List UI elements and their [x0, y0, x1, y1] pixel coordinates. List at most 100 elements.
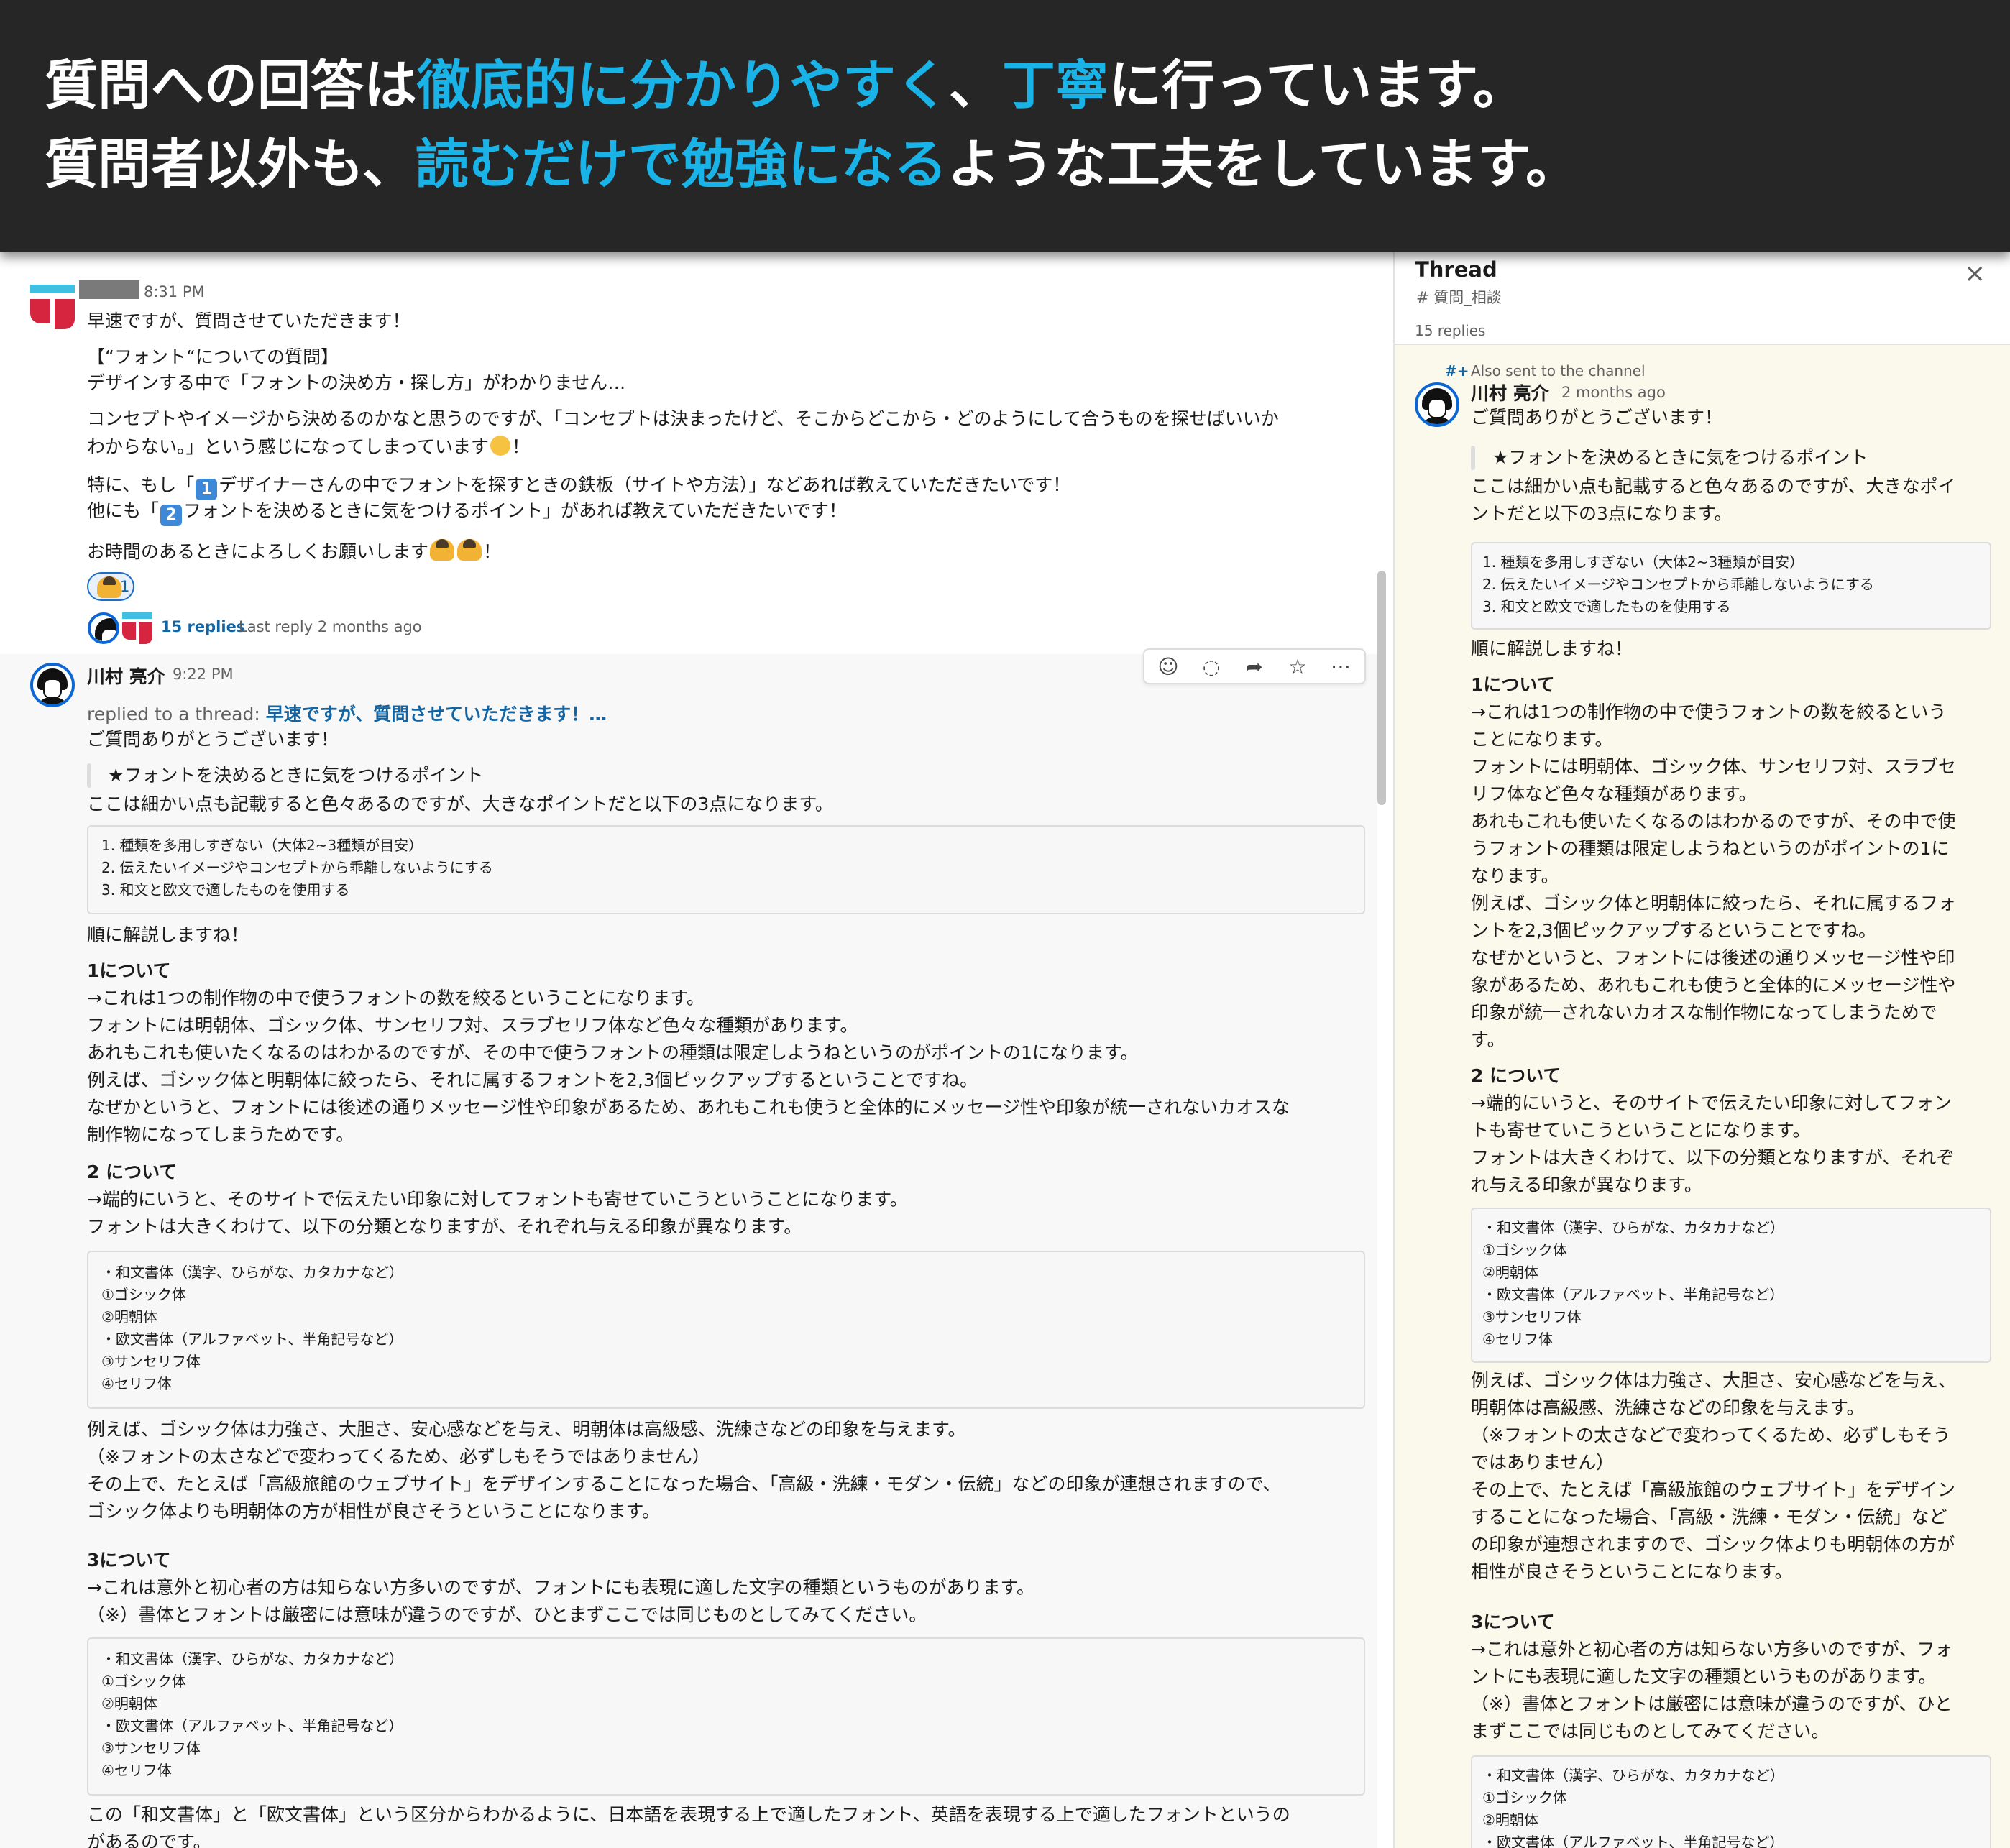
code-line: ②明朝体 — [101, 1695, 157, 1712]
question-message[interactable]: 8:31 PM 早速ですが、質問させていただきます！ 【“フォント“についての質… — [0, 252, 1377, 654]
message-text: なぜかというと、フォントには後述の通りメッセージ性や印象があるため、あれもこれも… — [87, 1097, 1290, 1118]
also-sent-icon: #+ — [1445, 362, 1469, 380]
reply-message[interactable]: ☺ ◌ ➦ ☆ ⋯ 川村 亮介 9:22 PM replied to a thr… — [0, 648, 1377, 1848]
banner-headline-1: 質問への回答は徹底的に分かりやすく、丁寧に行っています。 — [45, 59, 1526, 112]
message-text: あれもこれも使いたくなるのはわかるのですが、その中で使 — [1471, 811, 1956, 832]
message-text: →これは1つの制作物の中で使うフォントの数を絞るということになります。 — [87, 988, 705, 1008]
code-line: ③サンセリフ体 — [101, 1739, 201, 1757]
reaction-pill[interactable]: 1 — [87, 572, 134, 601]
banner-highlight: 読むだけで勉強になる — [415, 134, 947, 196]
code-block: ・和文書体（漢字、ひらがな、カタカナなど） ①ゴシック体 ②明朝体 ・欧文書体（… — [1471, 1755, 1991, 1848]
author-name[interactable]: 川村 亮介 — [1471, 380, 1549, 405]
more-actions-icon[interactable]: ⋯ — [1321, 654, 1360, 680]
message-text: 順に解説しますね！ — [1471, 638, 1633, 659]
also-sent-label: Also sent to the channel — [1471, 362, 1646, 380]
message-text: トも寄せていこうということになります。 — [1471, 1120, 1811, 1141]
thread-title: Thread — [1415, 257, 1497, 282]
message-text: フォントには明朝体、ゴシック体、サンセリフ対、スラブセリフ体など色々な種類があり… — [87, 1015, 858, 1036]
avatar[interactable] — [30, 663, 75, 707]
message-text: （※）書体とフォントは厳密には意味が違うのですが、ひと — [1471, 1693, 1952, 1714]
message-text: なります。 — [1471, 865, 1559, 886]
keycap-one-icon: 1 — [196, 479, 218, 500]
code-line: ③サンセリフ体 — [1482, 1308, 1582, 1325]
replied-thread-link[interactable]: 早速ですが、質問させていただきます！… — [266, 704, 607, 725]
code-line: 2. 伝えたいイメージやコンセプトから乖離しないようにする — [1482, 576, 1874, 593]
message-timestamp[interactable]: 9:22 PM — [173, 666, 234, 683]
message-text: ントだと以下の3点になります。 — [1471, 503, 1733, 524]
code-line: ④セリフ体 — [1482, 1330, 1553, 1348]
message-text-segment: 他にも「 — [87, 500, 160, 521]
message-text: 相性が良さそうということになります。 — [1471, 1561, 1793, 1582]
code-line: ・欧文書体（アルファベット、半角記号など） — [101, 1717, 403, 1734]
thread-reply-message[interactable]: #+ Also sent to the channel 川村 亮介 2 mont… — [1395, 345, 2010, 1848]
message-text: の印象が連想されますので、ゴシック体よりも明朝体の方が — [1471, 1534, 1955, 1555]
message-text-segment: 特に、もし「 — [87, 474, 195, 495]
quote-text: ★フォントを決めるときに気をつけるポイント — [1492, 447, 1868, 468]
message-timestamp[interactable]: 8:31 PM — [144, 283, 205, 300]
add-reaction-icon[interactable]: ☺ — [1149, 654, 1188, 680]
message-text: その上で、たとえば「高級旅館のウェブサイト」をデザイン — [1471, 1479, 1956, 1500]
code-line: 3. 和文と欧文で適したものを使用する — [1482, 598, 1731, 615]
section-title: 1について — [87, 960, 171, 981]
avatar[interactable] — [1415, 382, 1459, 427]
forward-icon[interactable]: ➦ — [1235, 654, 1274, 680]
code-block: ・和文書体（漢字、ひらがな、カタカナなど） ①ゴシック体 ②明朝体 ・欧文書体（… — [87, 1637, 1365, 1796]
message-text: す。 — [1471, 1029, 1505, 1050]
message-text: 他にも「 2 フォントを決めるときに気をつけるポイント」があれば教えていただきたいで… — [87, 500, 847, 526]
thread-channel-link[interactable]: # 質問_相談 — [1416, 286, 1502, 308]
code-line: 3. 和文と欧文で適したものを使用する — [101, 881, 350, 898]
code-line: ④セリフ体 — [101, 1375, 172, 1392]
bookmark-icon[interactable]: ☆ — [1278, 654, 1317, 680]
message-text-segment: デザイナーさんの中でフォントを探すときの鉄板（サイトや方法）」などあれば教えてい… — [219, 474, 1071, 495]
message-timestamp[interactable]: 2 months ago — [1561, 384, 1666, 401]
banner-highlight: 丁寧 — [1002, 55, 1109, 116]
code-block: 1. 種類を多用しすぎない（大体2~3種類が目安） 2. 伝えたいイメージやコン… — [87, 825, 1365, 914]
message-text: うフォントの種類は限定しようねというのがポイントの1に — [1471, 838, 1950, 859]
message-text: この「和文書体」と「欧文書体」という区分からわかるように、日本語を表現する上で適… — [87, 1804, 1290, 1825]
code-line: ②明朝体 — [1482, 1811, 1538, 1829]
replier-avatar[interactable] — [88, 612, 119, 644]
thread-replies-link[interactable]: 15 replies — [161, 618, 245, 635]
author-name[interactable]: 川村 亮介 — [87, 663, 165, 689]
message-text: ご質問ありがとうございます！ — [1471, 407, 1723, 428]
banner-headline-2: 質問者以外も、読むだけで勉強になるような工夫をしています。 — [45, 138, 1579, 191]
replied-prefix: replied to a thread: — [87, 704, 266, 725]
message-text: れ与える印象が異なります。 — [1471, 1174, 1702, 1195]
close-icon[interactable]: × — [1964, 259, 1986, 288]
message-text: →これは1つの制作物の中で使うフォントの数を絞るという — [1471, 702, 1947, 722]
code-line: 2. 伝えたいイメージやコンセプトから乖離しないようにする — [101, 859, 493, 876]
message-text: まずここでは同じものとしてみてください。 — [1471, 1721, 1830, 1742]
section-title: 2 について — [87, 1162, 178, 1182]
pensive-face-icon — [490, 436, 511, 456]
message-text: （※フォントの太さなどで変わってくるため、必ずしもそう — [1471, 1425, 1951, 1445]
message-text: わからない。」という感じになってしまっています ！ — [87, 436, 530, 458]
scrollbar-thumb[interactable] — [1377, 571, 1386, 805]
quote-text: ★フォントを決めるときに気をつけるポイント — [108, 765, 484, 786]
message-text: （※フォントの太さなどで変わってくるため、必ずしもそうではありません） — [87, 1446, 710, 1467]
code-line: ・欧文書体（アルファベット、半角記号など） — [1482, 1286, 1784, 1303]
reply-in-thread-icon[interactable]: ◌ — [1192, 654, 1231, 680]
message-text: お時間のあるときによろしくお願いします ！ — [87, 539, 501, 563]
channel-message-pane[interactable]: 8:31 PM 早速ですが、質問させていただきます！ 【“フォント“についての質… — [0, 252, 1393, 1848]
section-title: 1について — [1471, 674, 1555, 695]
message-text: 例えば、ゴシック体と明朝体に絞ったら、それに属するフォントを2,3個ピックアップ… — [87, 1070, 978, 1090]
last-reply-text: Last reply 2 months ago — [239, 618, 422, 635]
message-text: フォントは大きくわけて、以下の分類となりますが、それぞれ与える印象が異なります。 — [87, 1216, 802, 1237]
message-text: →これは意外と初心者の方は知らない方多いのですが、フォントにも表現に適した文字の… — [87, 1577, 1034, 1598]
reaction-count: 1 — [120, 578, 130, 595]
code-block: ・和文書体（漢字、ひらがな、カタカナなど） ①ゴシック体 ②明朝体 ・欧文書体（… — [87, 1251, 1365, 1409]
message-text: することになった場合、「高級・洗練・モダン・伝統」など — [1471, 1507, 1947, 1527]
message-text: →これは意外と初心者の方は知らない方多いのですが、フォ — [1471, 1639, 1953, 1660]
message-text: フォントは大きくわけて、以下の分類となりますが、それぞ — [1471, 1147, 1955, 1168]
code-line: ④セリフ体 — [101, 1762, 172, 1779]
replier-avatar[interactable] — [122, 612, 154, 644]
code-line: ①ゴシック体 — [101, 1286, 186, 1303]
quote-bar — [87, 763, 91, 788]
avatar[interactable] — [30, 285, 75, 329]
thread-pane[interactable]: Thread # 質問_相談 × 15 replies #+ Also sent… — [1395, 252, 2010, 1848]
message-text-segment: ！ — [483, 541, 502, 562]
message-text: デザインする中で「フォントの決め方・探し方」がわかりません… — [87, 372, 626, 393]
code-block: ・和文書体（漢字、ひらがな、カタカナなど） ①ゴシック体 ②明朝体 ・欧文書体（… — [1471, 1208, 1991, 1363]
message-text: ゴシック体よりも明朝体の方が相性が良さそうということになります。 — [87, 1501, 661, 1522]
section-title: 2 について — [1471, 1065, 1561, 1086]
